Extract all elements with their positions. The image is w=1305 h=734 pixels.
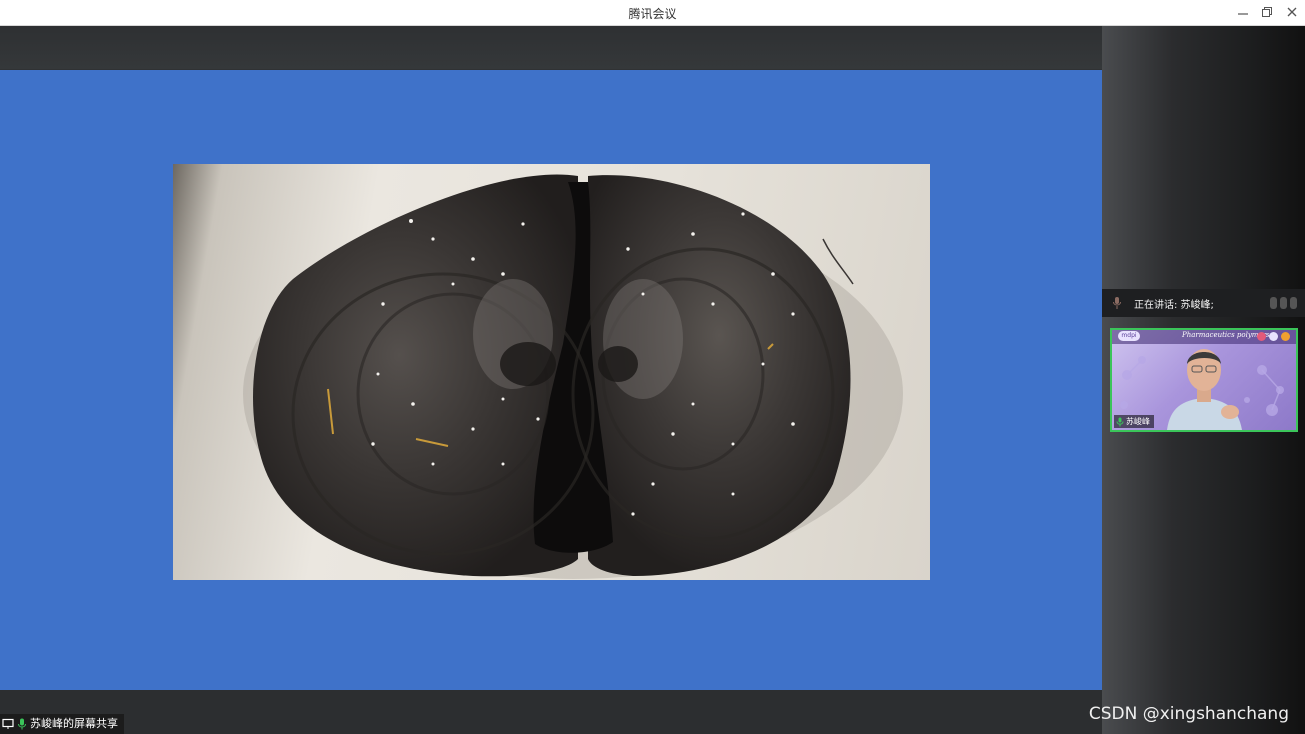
slide-photo [173,164,930,580]
window-title: 腾讯会议 [628,7,677,21]
speaker-mic-icon [1113,297,1121,309]
minimize-button[interactable] [1233,4,1253,22]
csdn-watermark: CSDN @xingshanchang [1088,704,1289,724]
participant-name-tag: 苏峻峰 [1114,415,1154,428]
speaking-indicator: 正在讲话: 苏峻峰; [1102,289,1305,317]
share-bottom-bar [0,690,1102,734]
screen-share-icon [2,718,14,729]
participant-video-tile[interactable]: mdpi Pharmaceutics polymers 苏峻峰 [1110,328,1298,432]
screen-share-label-text: 苏峻峰的屏幕共享 [30,717,118,730]
minimize-icon [1238,13,1248,15]
participant-name: 苏峻峰 [1126,417,1150,426]
speaking-text: 正在讲话: 苏峻峰; [1134,299,1214,311]
presentation-slide [0,70,1102,690]
speaking-level-icon [1270,297,1297,309]
participant-mic-icon [1116,417,1124,426]
microphone-icon [18,718,26,730]
gel-photo-image [243,174,903,579]
restore-button[interactable] [1257,4,1277,22]
participant-panel: 正在讲话: 苏峻峰; mdpi Pharmaceutics polymers 苏… [1102,26,1305,734]
share-top-bar [0,26,1102,69]
shared-screen[interactable] [0,26,1102,734]
screen-share-label[interactable]: 苏峻峰的屏幕共享 [0,714,124,734]
close-icon [1287,7,1297,17]
restore-icon [1262,7,1272,17]
close-button[interactable] [1282,4,1302,22]
title-bar: 腾讯会议 [0,0,1305,26]
